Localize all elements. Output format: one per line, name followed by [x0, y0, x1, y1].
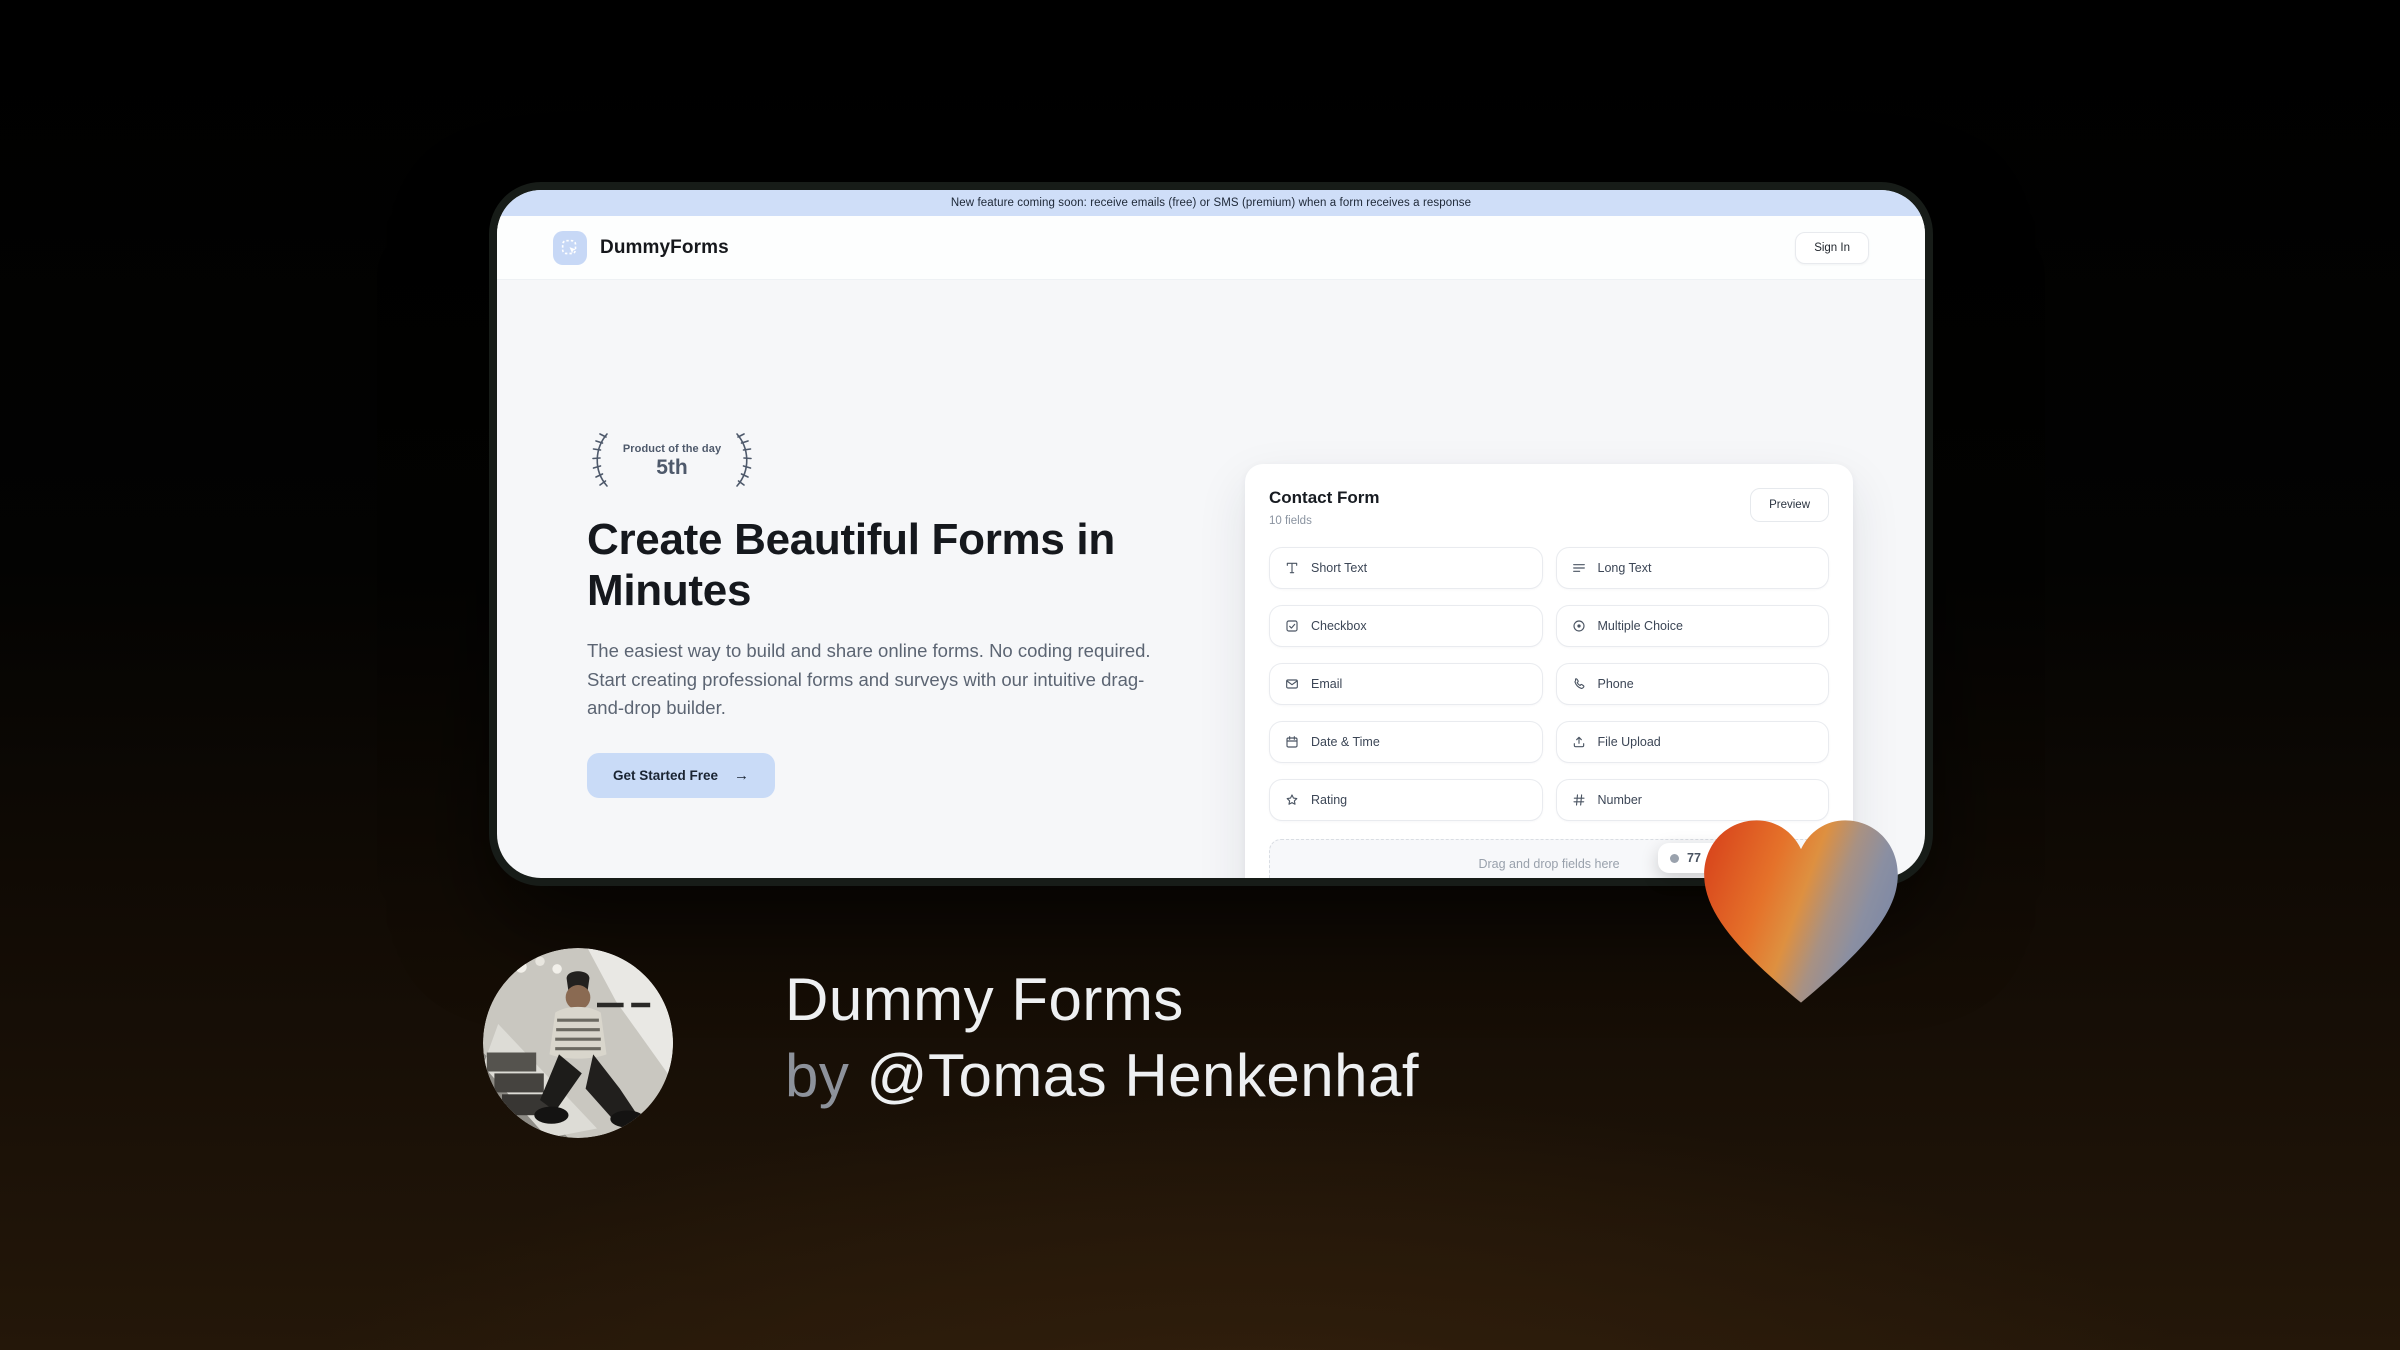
brand-name: DummyForms — [600, 236, 729, 258]
field-type-label: Rating — [1311, 793, 1348, 807]
field-type-label: Checkbox — [1311, 619, 1367, 633]
drag-drop-text: Drag and drop fields here — [1478, 857, 1620, 871]
arrow-right-icon: → — [734, 766, 750, 784]
app-header: DummyForms Sign In — [497, 216, 1925, 280]
attribution-caption: Dummy Forms by @Tomas Henkenhaf — [785, 962, 1419, 1114]
hero-description: The easiest way to build and share onlin… — [587, 639, 1151, 719]
form-title: Contact Form — [1269, 488, 1380, 507]
upload-icon — [1571, 734, 1587, 750]
get-started-button[interactable]: Get Started Free → — [587, 752, 776, 798]
field-type-button-file-upload[interactable]: File Upload — [1555, 721, 1829, 763]
laurel-right-icon — [736, 433, 752, 487]
heart-icon — [1704, 820, 1898, 1003]
field-type-button-short-text[interactable]: Short Text — [1269, 547, 1543, 589]
email-icon — [1284, 676, 1300, 692]
caption-by: by — [785, 1042, 867, 1109]
author-avatar — [483, 948, 673, 1138]
radio-icon — [1571, 618, 1587, 634]
field-type-label: Multiple Choice — [1597, 619, 1683, 633]
field-type-button-rating[interactable]: Rating — [1269, 779, 1543, 821]
award-text: Product of the day 5th — [619, 443, 725, 480]
field-type-button-long-text[interactable]: Long Text — [1555, 547, 1829, 589]
field-type-label: Email — [1311, 677, 1343, 691]
award-line1: Product of the day — [622, 442, 722, 455]
field-type-label: Long Text — [1597, 561, 1652, 575]
field-type-label: Phone — [1597, 677, 1634, 691]
field-type-label: Number — [1597, 793, 1642, 807]
sign-in-button[interactable]: Sign In — [1795, 231, 1869, 264]
field-type-grid: Short Text Long Text Checkbox Multiple Choi… — [1269, 547, 1829, 821]
app-window: New feature coming soon: receive emails … — [497, 190, 1925, 878]
caption-app-name: Dummy Forms — [785, 966, 1184, 1033]
dot-icon — [1670, 853, 1679, 863]
hero-copy: Product of the day 5th Create Beautiful … — [587, 430, 1187, 798]
field-type-label: Date & Time — [1311, 735, 1380, 749]
field-type-button-multiple-choice[interactable]: Multiple Choice — [1555, 605, 1829, 647]
calendar-icon — [1284, 734, 1300, 750]
short-text-icon — [1284, 560, 1300, 576]
star-icon — [1284, 792, 1300, 808]
award-line2: 5th — [656, 455, 688, 479]
hero-title: Create Beautiful Forms in Minutes — [587, 515, 1115, 616]
field-type-button-checkbox[interactable]: Checkbox — [1269, 605, 1543, 647]
caption-author: @Tomas Henkenhaf — [866, 1042, 1420, 1109]
field-type-button-date-time[interactable]: Date & Time — [1269, 721, 1543, 763]
phone-icon — [1571, 676, 1587, 692]
hash-icon — [1571, 792, 1587, 808]
form-field-count: 10 fields — [1269, 515, 1312, 527]
dummyforms-logo-icon — [553, 230, 587, 265]
field-type-button-number[interactable]: Number — [1555, 779, 1829, 821]
field-type-button-email[interactable]: Email — [1269, 663, 1543, 705]
form-card-titles: Contact Form 10 fields — [1269, 488, 1380, 527]
announcement-text: New feature coming soon: receive emails … — [950, 197, 1472, 209]
field-type-label: Short Text — [1311, 561, 1368, 575]
get-started-label: Get Started Free — [613, 767, 719, 783]
hero-section: Product of the day 5th Create Beautiful … — [497, 280, 1925, 878]
long-text-icon — [1571, 560, 1587, 576]
field-type-button-phone[interactable]: Phone — [1555, 663, 1829, 705]
brand[interactable]: DummyForms — [553, 230, 729, 265]
field-type-label: File Upload — [1597, 735, 1661, 749]
page-background: { "banner": { "text": "New feature comin… — [0, 0, 2400, 1350]
caption-author-line: by @Tomas Henkenhaf — [785, 1038, 1419, 1114]
preview-button[interactable]: Preview — [1750, 488, 1829, 522]
announcement-banner[interactable]: New feature coming soon: receive emails … — [497, 190, 1925, 216]
form-card-header: Contact Form 10 fields Preview — [1269, 488, 1829, 527]
checkbox-icon — [1284, 618, 1300, 634]
product-of-the-day-badge: Product of the day 5th — [587, 430, 757, 492]
laurel-left-icon — [592, 433, 608, 487]
